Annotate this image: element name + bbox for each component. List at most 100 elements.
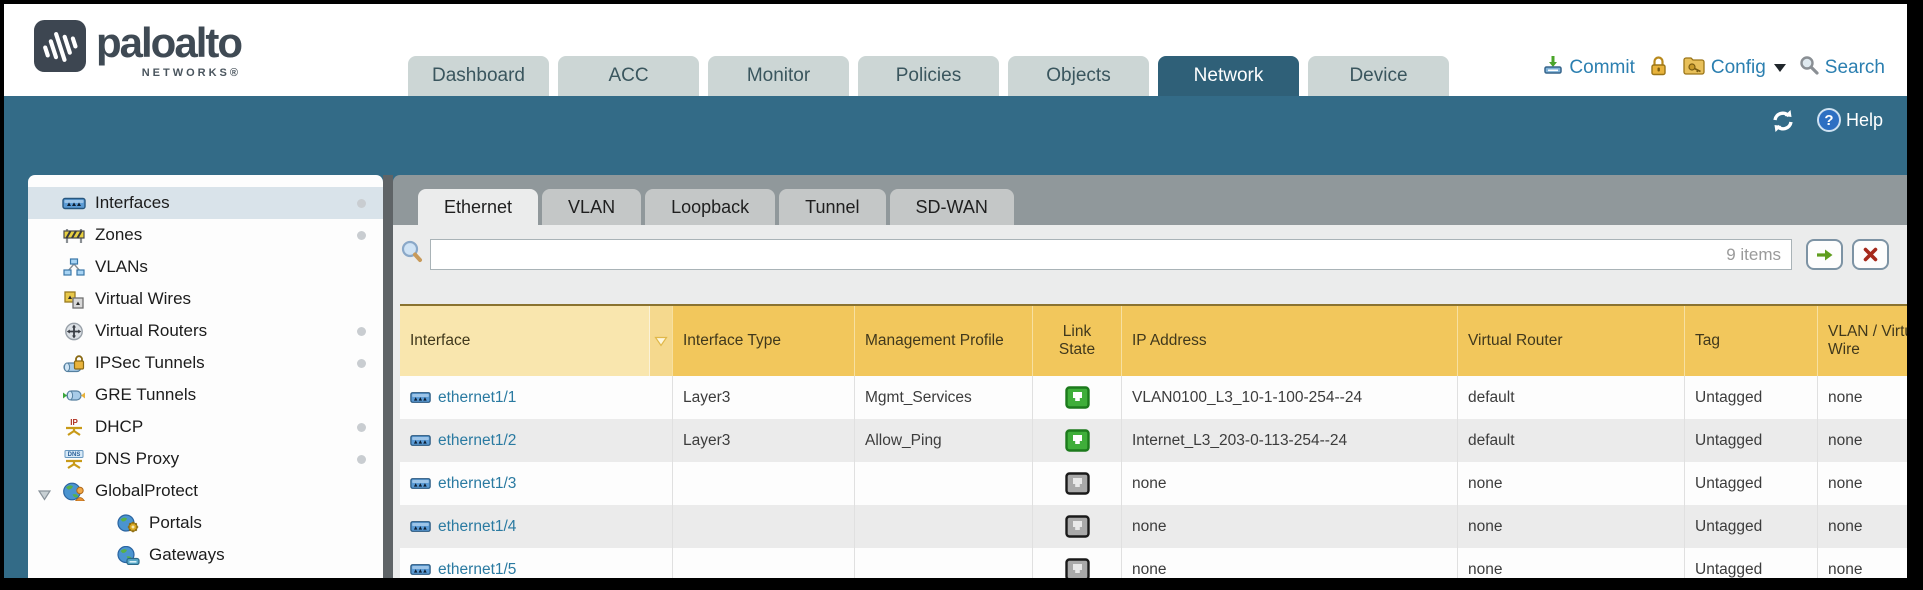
virtual-wires-icon <box>62 290 86 309</box>
refresh-icon[interactable] <box>1769 108 1797 139</box>
interface-link[interactable]: ethernet1/1 <box>410 389 516 407</box>
cell-management-profile <box>855 548 1033 578</box>
cell-vlan: none <box>1818 505 1907 548</box>
sidebar-item-gateways[interactable]: Gateways <box>28 539 383 571</box>
tab-ethernet[interactable]: Ethernet <box>418 189 538 225</box>
column-header-management-profile[interactable]: Management Profile <box>855 306 1033 376</box>
cell-interface-type <box>673 462 855 505</box>
interface-link[interactable]: ethernet1/3 <box>410 475 516 493</box>
interfaces-icon <box>62 194 86 213</box>
top-bar: paloalto NETWORKS® Dashboard ACC Monitor… <box>4 4 1907 96</box>
sort-dropdown-icon[interactable] <box>649 306 672 376</box>
filter-input-wrap: 9 items <box>430 239 1792 270</box>
sidebar-item-dhcp[interactable]: IP DHCP <box>28 411 383 443</box>
logo-wordmark: paloalto <box>96 20 241 66</box>
cell-ip-address: Internet_L3_203-0-113-254--24 <box>1122 419 1458 462</box>
sidebar-item-gre-tunnels[interactable]: GRE Tunnels <box>28 379 383 411</box>
interface-type-tabs: Ethernet VLAN Loopback Tunnel SD-WAN <box>393 175 1907 225</box>
lock-icon[interactable] <box>1648 55 1669 82</box>
nav-tab-objects[interactable]: Objects <box>1008 56 1149 96</box>
table-row: ethernet1/4 none none Untagged none <box>400 505 1907 548</box>
ethernet-content: 9 items Interface <box>393 225 1907 578</box>
globalprotect-icon <box>62 482 86 501</box>
nav-tab-policies[interactable]: Policies <box>858 56 999 96</box>
sidebar-item-vlans[interactable]: VLANs <box>28 251 383 283</box>
cell-ip-address: none <box>1122 548 1458 578</box>
interface-link[interactable]: ethernet1/4 <box>410 518 516 536</box>
config-caret-icon <box>1774 64 1786 72</box>
config-icon <box>1682 54 1706 82</box>
paloalto-logo: paloalto NETWORKS® <box>34 20 241 79</box>
cell-virtual-router: none <box>1458 505 1685 548</box>
clear-filter-button[interactable] <box>1852 239 1889 270</box>
expander-icon[interactable] <box>38 486 51 506</box>
cell-ip-address: none <box>1122 505 1458 548</box>
ipsec-tunnels-icon <box>62 354 86 373</box>
cell-tag: Untagged <box>1685 548 1818 578</box>
cell-tag: Untagged <box>1685 505 1818 548</box>
cell-virtual-router: none <box>1458 462 1685 505</box>
tab-tunnel[interactable]: Tunnel <box>779 189 885 225</box>
interfaces-table: Interface Interface Type Management Prof… <box>400 304 1907 578</box>
interface-link[interactable]: ethernet1/2 <box>410 432 516 450</box>
column-header-interface-type[interactable]: Interface Type <box>673 306 855 376</box>
sidebar-item-virtual-wires[interactable]: Virtual Wires <box>28 283 383 315</box>
search-icon <box>1799 55 1820 82</box>
top-actions: Commit Config Search <box>1542 54 1885 82</box>
apply-filter-button[interactable] <box>1806 239 1843 270</box>
config-menu[interactable]: Config <box>1682 54 1786 82</box>
column-header-tag[interactable]: Tag <box>1685 306 1818 376</box>
nav-tab-acc[interactable]: ACC <box>558 56 699 96</box>
cell-management-profile <box>855 462 1033 505</box>
table-row: ethernet1/5 none none Untagged none <box>400 548 1907 578</box>
filter-input[interactable] <box>441 246 1718 263</box>
cell-interface-type: Layer3 <box>673 376 855 419</box>
nav-tab-dashboard[interactable]: Dashboard <box>408 56 549 96</box>
logo-networks-text: NETWORKS® <box>142 67 241 79</box>
sidebar-item-zones[interactable]: Zones <box>28 219 383 251</box>
table-header-row: Interface Interface Type Management Prof… <box>400 304 1907 376</box>
paloalto-logo-icon <box>34 20 86 77</box>
dhcp-icon: IP <box>62 418 86 437</box>
vlans-icon <box>62 258 86 277</box>
cell-tag: Untagged <box>1685 419 1818 462</box>
column-header-ip-address[interactable]: IP Address <box>1122 306 1458 376</box>
filter-search-icon <box>400 239 424 270</box>
sidebar-item-virtual-routers[interactable]: Virtual Routers <box>28 315 383 347</box>
cell-management-profile: Allow_Ping <box>855 419 1033 462</box>
help-button[interactable]: ? Help <box>1817 108 1883 132</box>
sidebar-item-portals[interactable]: Portals <box>28 507 383 539</box>
tab-loopback[interactable]: Loopback <box>645 189 775 225</box>
status-dot <box>357 455 366 464</box>
cell-tag: Untagged <box>1685 462 1818 505</box>
column-header-virtual-router[interactable]: Virtual Router <box>1458 306 1685 376</box>
column-header-link-state[interactable]: Link State <box>1033 306 1122 376</box>
svg-text:IP: IP <box>70 418 78 427</box>
interface-link[interactable]: ethernet1/5 <box>410 561 516 579</box>
search-menu[interactable]: Search <box>1799 55 1885 82</box>
sidebar-item-ipsec-tunnels[interactable]: IPSec Tunnels <box>28 347 383 379</box>
portals-icon <box>116 514 140 533</box>
cell-interface-type: Layer3 <box>673 419 855 462</box>
cell-ip-address: none <box>1122 462 1458 505</box>
sidebar-item-interfaces[interactable]: Interfaces <box>28 187 383 219</box>
cell-tag: Untagged <box>1685 376 1818 419</box>
sidebar-item-dns-proxy[interactable]: DNS DNS Proxy <box>28 443 383 475</box>
column-header-interface[interactable]: Interface <box>400 306 673 376</box>
status-dot <box>357 231 366 240</box>
cell-virtual-router: none <box>1458 548 1685 578</box>
help-icon: ? <box>1817 108 1841 132</box>
nav-tab-network[interactable]: Network <box>1158 56 1299 96</box>
cell-vlan: none <box>1818 462 1907 505</box>
cell-virtual-router: default <box>1458 376 1685 419</box>
tab-sdwan[interactable]: SD-WAN <box>890 189 1014 225</box>
commit-button[interactable]: Commit <box>1542 54 1634 82</box>
cell-management-profile <box>855 505 1033 548</box>
tab-vlan[interactable]: VLAN <box>542 189 641 225</box>
nav-tab-monitor[interactable]: Monitor <box>708 56 849 96</box>
sidebar-item-globalprotect[interactable]: GlobalProtect <box>28 475 383 507</box>
column-header-vlan-virtual-wire[interactable]: VLAN / Virtual Wire <box>1818 306 1907 376</box>
sidebar-scrollbar[interactable] <box>383 175 393 578</box>
nav-tab-device[interactable]: Device <box>1308 56 1449 96</box>
main-row: Interfaces Zones VLANs Vir <box>4 175 1907 578</box>
